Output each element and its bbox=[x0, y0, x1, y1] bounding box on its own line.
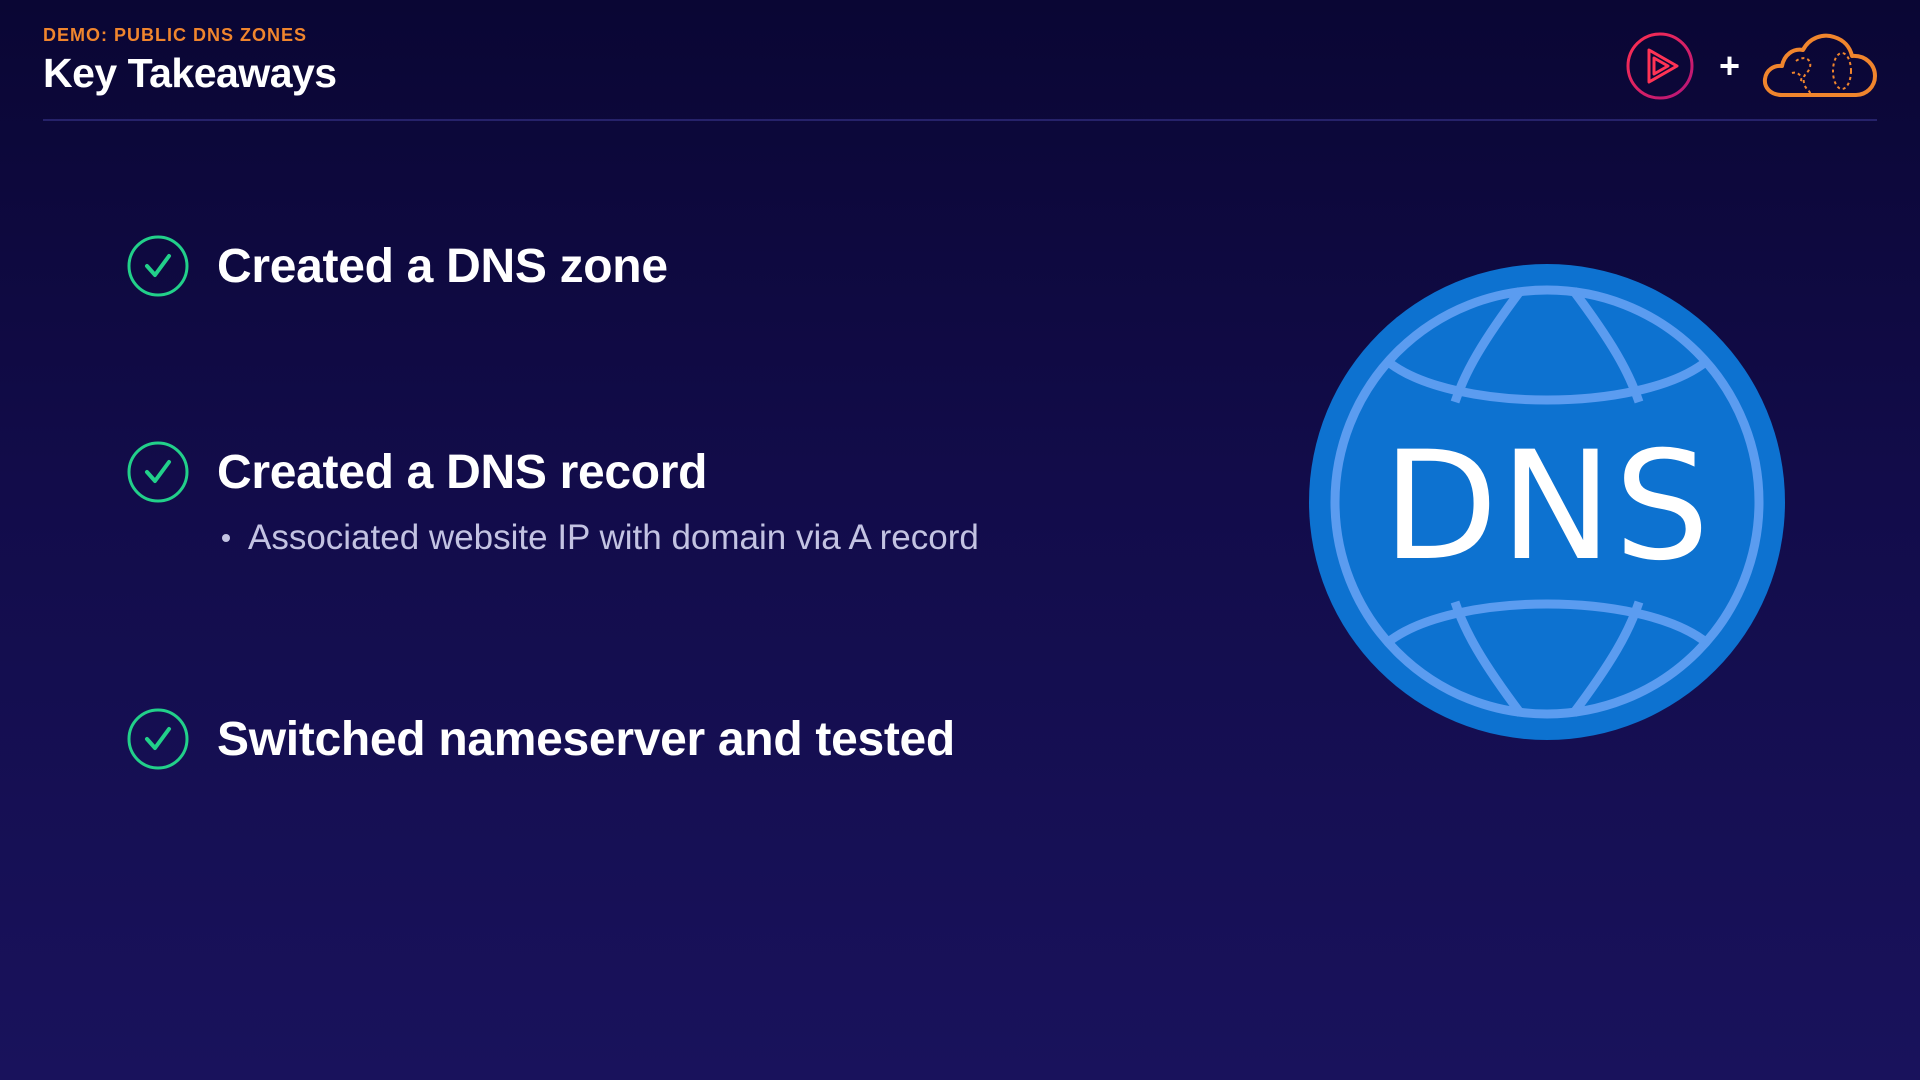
check-circle-icon bbox=[127, 708, 189, 770]
takeaway-item: Created a DNS zone bbox=[126, 234, 668, 298]
check-circle-icon bbox=[127, 441, 189, 503]
plus-sign: + bbox=[1718, 45, 1740, 86]
dns-globe-icon: DNS bbox=[1309, 264, 1785, 740]
cloud-icon bbox=[1762, 33, 1877, 97]
brand-logos: + bbox=[1625, 30, 1878, 102]
slide-header: DEMO: PUBLIC DNS ZONES Key Takeaways bbox=[43, 24, 337, 97]
takeaway-item: Created a DNS record bbox=[126, 440, 707, 504]
bullet-dot bbox=[222, 534, 230, 542]
takeaway-label: Created a DNS zone bbox=[217, 239, 668, 293]
slide-eyebrow: DEMO: PUBLIC DNS ZONES bbox=[43, 25, 308, 45]
header-divider bbox=[43, 119, 1877, 121]
slide-title: Key Takeaways bbox=[43, 50, 337, 96]
takeaway-label: Created a DNS record bbox=[217, 445, 708, 499]
dns-globe-label: DNS bbox=[1383, 420, 1712, 594]
takeaway-subpoint-text: Associated website IP with domain via A … bbox=[248, 518, 979, 557]
check-circle-icon bbox=[127, 235, 189, 297]
takeaway-subpoint: Associated website IP with domain via A … bbox=[222, 518, 979, 558]
play-circle-icon bbox=[1626, 32, 1694, 100]
takeaway-item: Switched nameserver and tested bbox=[126, 707, 955, 771]
takeaway-label: Switched nameserver and tested bbox=[217, 712, 955, 766]
